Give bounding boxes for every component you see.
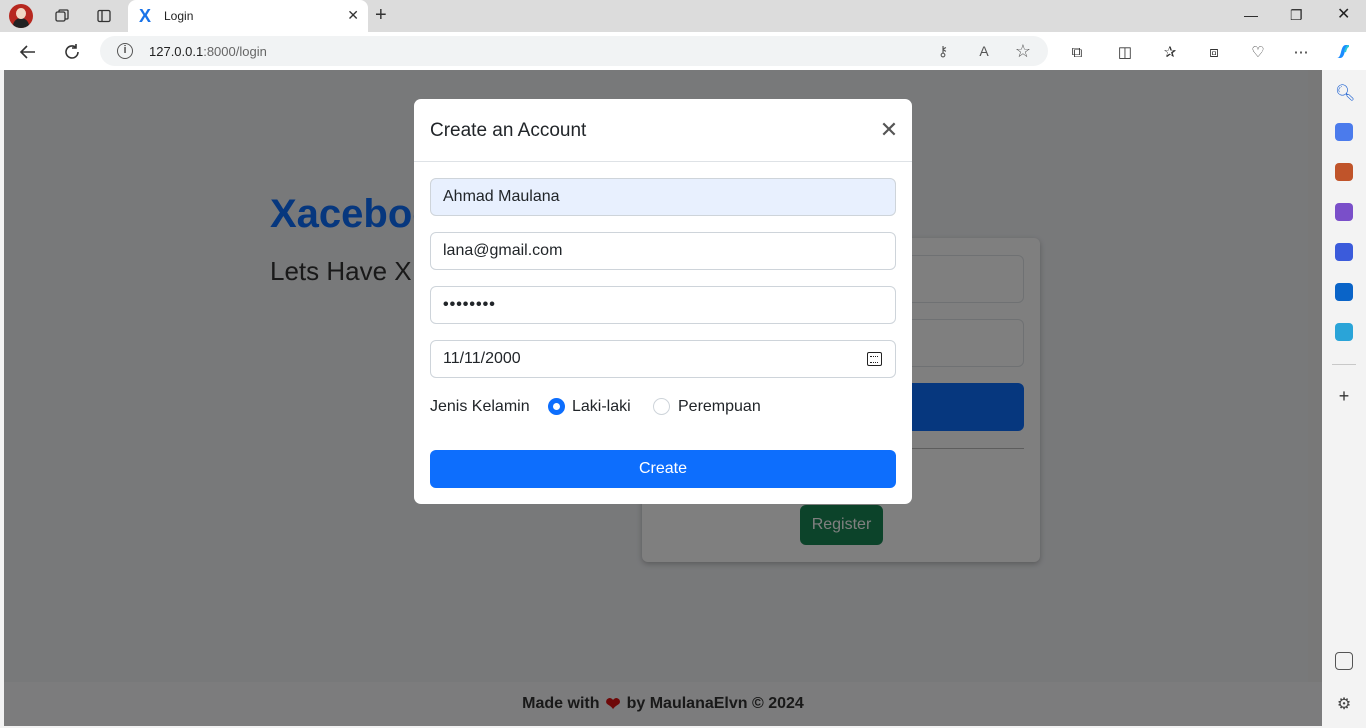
tab-actions-icon[interactable] bbox=[94, 6, 114, 26]
browser-essentials-icon[interactable]: ♡ bbox=[1248, 42, 1268, 62]
create-button[interactable]: Create bbox=[430, 450, 896, 488]
password-input[interactable]: •••••••• bbox=[430, 286, 896, 324]
extensions-icon[interactable]: ⧉ bbox=[1067, 42, 1087, 62]
more-menu-icon[interactable]: ⋯ bbox=[1291, 42, 1311, 62]
modal-title: Create an Account bbox=[430, 120, 587, 141]
back-icon[interactable] bbox=[17, 41, 39, 63]
address-bar[interactable]: i 127.0.0.1:8000/login ⚷ A ☆ bbox=[100, 36, 1048, 66]
tab-strip: X Login ✕ + — ❐ ✕ bbox=[0, 0, 1366, 32]
modal-header: Create an Account ✕ bbox=[414, 99, 912, 162]
screenshot-icon[interactable] bbox=[1335, 652, 1353, 670]
nav-bar: i 127.0.0.1:8000/login ⚷ A ☆ ⧉ ◫ ✰ ⧈ ♡ ⋯ bbox=[0, 32, 1366, 70]
minimize-icon[interactable]: — bbox=[1244, 6, 1258, 24]
modal-close-icon[interactable]: ✕ bbox=[878, 119, 900, 141]
new-tab-icon[interactable]: + bbox=[375, 5, 387, 25]
split-screen-icon[interactable]: ◫ bbox=[1115, 42, 1135, 62]
password-key-icon[interactable]: ⚷ bbox=[934, 42, 952, 60]
settings-gear-icon[interactable]: ⚙ bbox=[1335, 696, 1353, 714]
tab-title: Login bbox=[164, 9, 194, 23]
gender-label: Jenis Kelamin bbox=[430, 398, 530, 415]
calendar-icon[interactable] bbox=[867, 352, 882, 366]
edge-sidebar: 🔍︎ + ⚙ bbox=[1322, 70, 1366, 728]
workspaces-icon[interactable] bbox=[52, 6, 72, 26]
site-info-icon[interactable]: i bbox=[117, 43, 133, 59]
email-input[interactable]: lana@gmail.com bbox=[430, 232, 896, 270]
collections-icon[interactable]: ⧈ bbox=[1204, 42, 1224, 62]
copilot-icon[interactable] bbox=[1333, 42, 1353, 62]
url-text[interactable]: 127.0.0.1:8000/login bbox=[149, 44, 267, 59]
games-icon[interactable] bbox=[1335, 203, 1353, 221]
restore-icon[interactable]: ❐ bbox=[1290, 6, 1303, 24]
gender-radio-female[interactable] bbox=[653, 398, 670, 415]
tab-login[interactable]: X Login ✕ bbox=[128, 0, 368, 32]
favorite-star-icon[interactable]: ☆ bbox=[1014, 41, 1032, 61]
search-icon[interactable]: 🔍︎ bbox=[1335, 83, 1355, 102]
tools-icon[interactable] bbox=[1335, 163, 1353, 181]
read-aloud-icon[interactable]: A bbox=[975, 42, 993, 60]
shopping-icon[interactable] bbox=[1335, 123, 1353, 141]
gender-radio-male[interactable] bbox=[548, 398, 565, 415]
add-sidebar-icon[interactable]: + bbox=[1335, 387, 1353, 405]
birthdate-input[interactable]: 11/11/2000 bbox=[430, 340, 896, 378]
tab-close-icon[interactable]: ✕ bbox=[347, 8, 359, 22]
birthdate-value: 11/11/2000 bbox=[443, 350, 521, 367]
telegram-icon[interactable] bbox=[1335, 323, 1353, 341]
sidebar-divider bbox=[1332, 364, 1356, 365]
gender-label-male[interactable]: Laki-laki bbox=[572, 398, 631, 416]
outlook-icon[interactable] bbox=[1335, 283, 1353, 301]
refresh-icon[interactable] bbox=[61, 41, 83, 63]
register-modal: Create an Account ✕ Ahmad Maulana lana@g… bbox=[414, 99, 912, 504]
name-input[interactable]: Ahmad Maulana bbox=[430, 178, 896, 216]
m365-icon[interactable] bbox=[1335, 243, 1353, 261]
tab-favicon-icon: X bbox=[139, 6, 152, 26]
window-close-icon[interactable]: ✕ bbox=[1337, 6, 1350, 24]
web-viewport: Xacebook Lets Have X Register Made with … bbox=[4, 70, 1322, 726]
gender-label-female[interactable]: Perempuan bbox=[678, 398, 761, 416]
profile-avatar[interactable] bbox=[9, 4, 33, 28]
favorites-icon[interactable]: ✰ bbox=[1160, 42, 1180, 62]
